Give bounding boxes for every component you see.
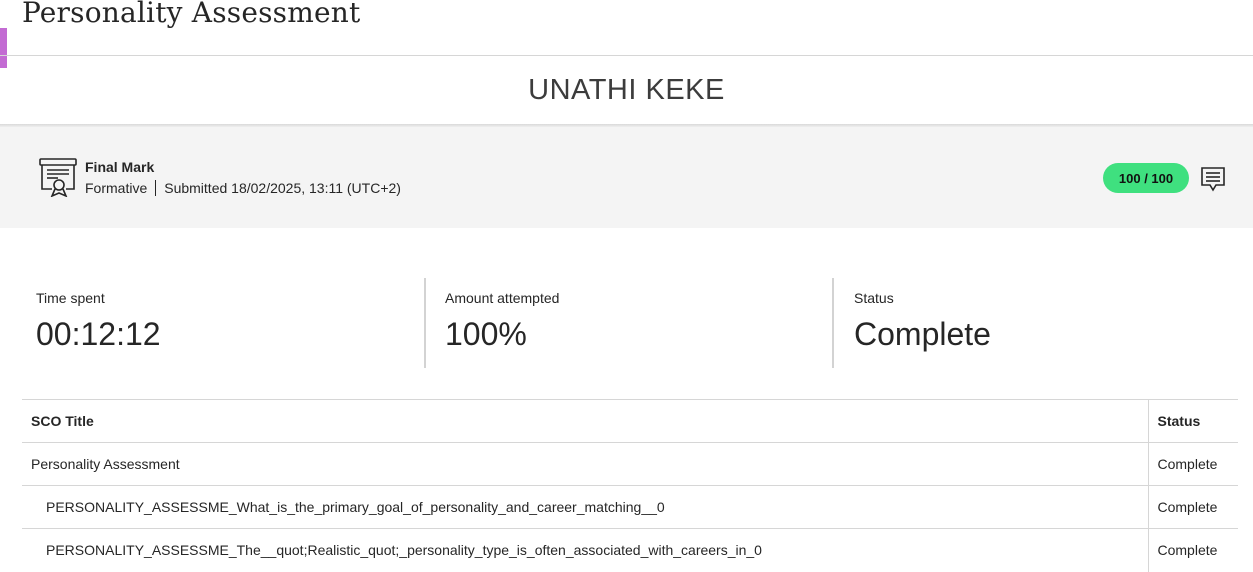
column-header-sco-title[interactable]: SCO Title: [22, 399, 1148, 443]
sco-table: SCO Title Status Personality Assessment …: [22, 399, 1238, 572]
stat-label: Status: [854, 290, 894, 306]
grade-type: Formative: [85, 180, 148, 196]
sco-title-cell: Personality Assessment: [22, 442, 1148, 486]
stat-divider: [832, 278, 834, 368]
submitted-date: Submitted 18/02/2025, 13:11 (UTC+2): [164, 180, 401, 196]
sco-title-cell: PERSONALITY_ASSESSME_What_is_the_primary…: [22, 485, 1148, 529]
score-pill[interactable]: 100 / 100: [1103, 163, 1189, 193]
feedback-comment-icon[interactable]: [1200, 166, 1226, 192]
table-header-row: SCO Title Status: [22, 399, 1238, 443]
sco-status-cell: Complete: [1147, 442, 1238, 486]
stat-label: Time spent: [36, 290, 105, 306]
column-header-status[interactable]: Status: [1147, 399, 1238, 443]
stat-value: 00:12:12: [36, 316, 161, 352]
table-row: Personality Assessment Complete: [22, 442, 1238, 486]
page-title: Personality Assessment: [22, 0, 361, 29]
sco-status-cell: Complete: [1147, 528, 1238, 572]
stat-value: Complete: [854, 316, 991, 352]
meta-separator: [155, 180, 157, 196]
certificate-icon: [39, 158, 77, 197]
table-row: PERSONALITY_ASSESSME_What_is_the_primary…: [22, 485, 1238, 529]
sco-status-cell: Complete: [1147, 485, 1238, 529]
student-name: UNATHI KEKE: [528, 73, 725, 106]
stat-divider: [424, 278, 426, 368]
grade-panel: Final Mark Formative Submitted 18/02/202…: [0, 127, 1253, 228]
sco-title-cell: PERSONALITY_ASSESSME_The__quot;Realistic…: [22, 528, 1148, 572]
grade-meta: Formative Submitted 18/02/2025, 13:11 (U…: [85, 180, 401, 196]
final-mark-label: Final Mark: [85, 159, 155, 175]
stat-value: 100%: [445, 316, 527, 352]
attempt-stats: Time spent 00:12:12 Amount attempted 100…: [22, 278, 1238, 368]
table-row: PERSONALITY_ASSESSME_The__quot;Realistic…: [22, 528, 1238, 572]
stat-label: Amount attempted: [445, 290, 560, 306]
